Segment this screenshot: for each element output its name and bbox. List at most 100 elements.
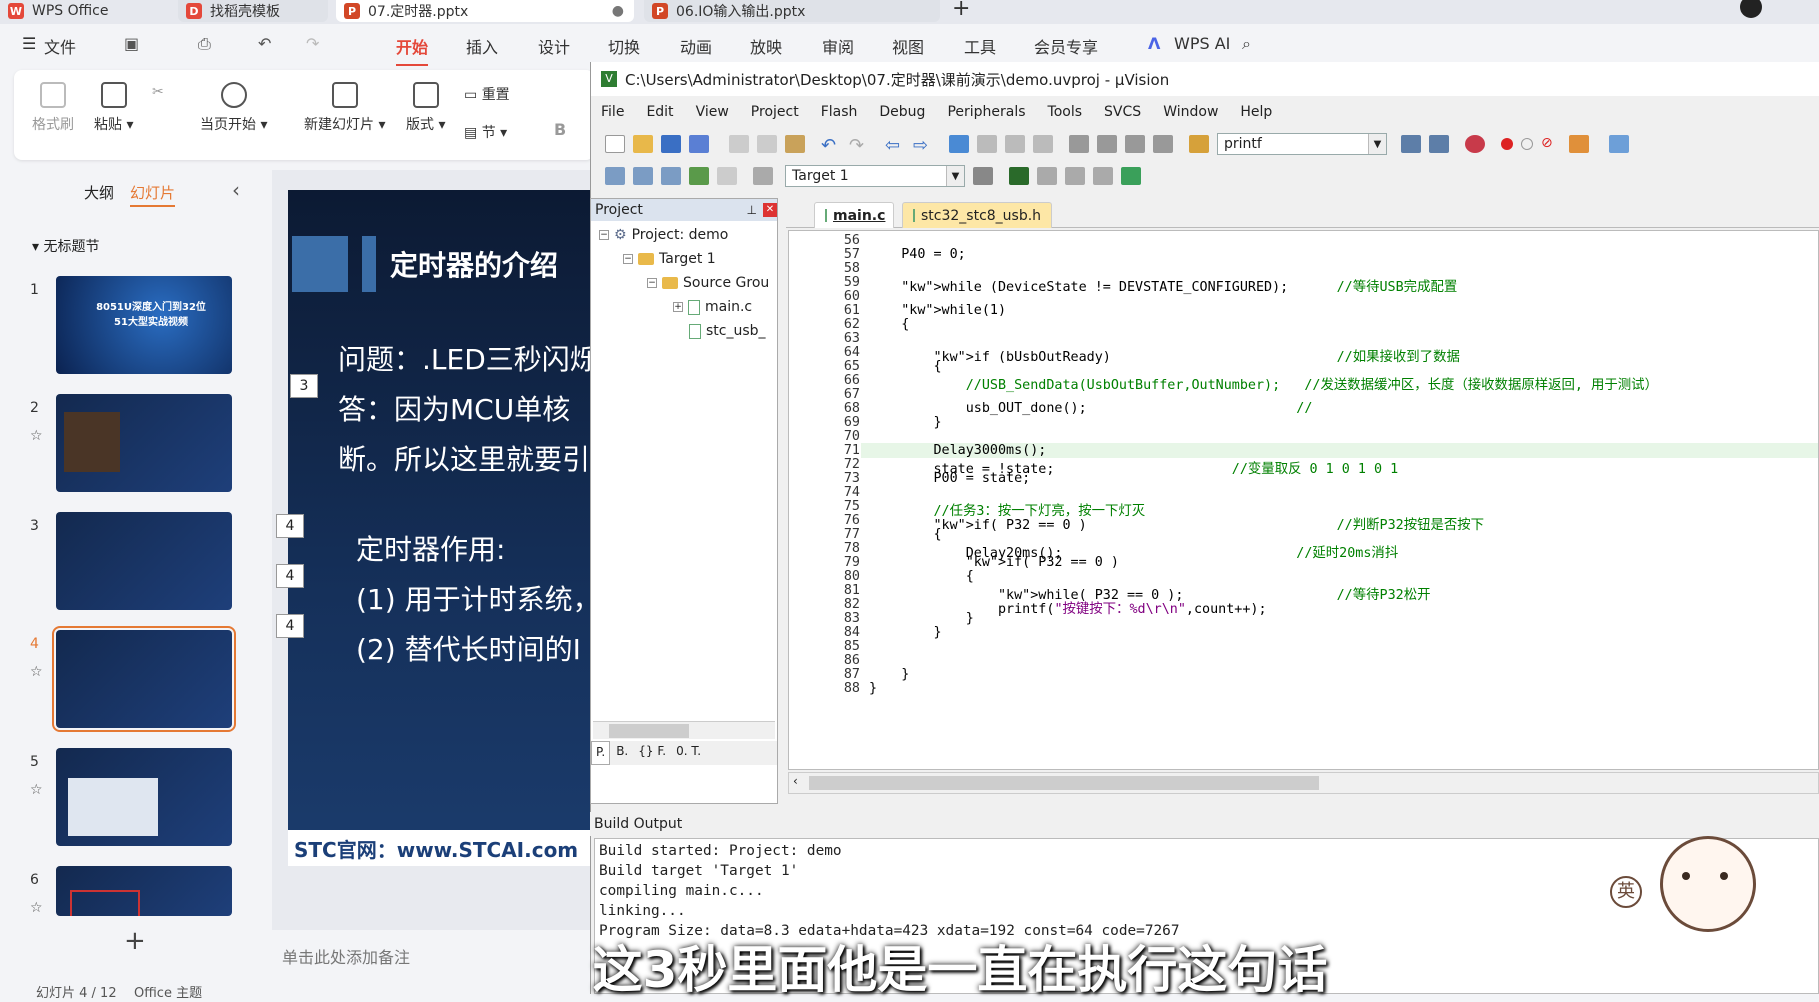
code-line[interactable]: "kw">if( P32 == 0 )	[869, 555, 1119, 570]
bookmark-prev-icon[interactable]	[977, 135, 997, 153]
code-line[interactable]: "kw">if( P32 == 0 ) //判断P32按钮是否按下	[869, 513, 1485, 533]
tab-timer-pptx[interactable]: P 07.定时器.pptx ●	[336, 0, 634, 22]
editor-horizontal-scrollbar[interactable]: ‹	[788, 772, 1819, 794]
tree-source-group[interactable]: − Source Grou	[647, 275, 769, 291]
slide-thumbnail-6[interactable]	[56, 866, 232, 916]
star-icon[interactable]: ☆	[30, 428, 43, 444]
find-in-files-icon[interactable]	[1189, 135, 1209, 153]
slide-thumbnail-4[interactable]	[52, 626, 236, 732]
current-slide[interactable]: 定时器的介绍 问题：.LED三秒闪烁 答：因为MCU单核 断。所以这里就要引 定…	[288, 190, 590, 864]
search-icon[interactable]: ⌕	[1242, 34, 1251, 54]
code-line[interactable]: }	[869, 681, 877, 696]
code-line[interactable]: }	[869, 625, 941, 640]
file-extensions-icon[interactable]	[1037, 167, 1057, 185]
copy-icon[interactable]	[757, 135, 777, 153]
code-line[interactable]: "kw">if (bUsbOutReady) //如果接收到了数据	[869, 345, 1460, 365]
code-line[interactable]: //USB_SendData(UsbOutBuffer,OutNumber); …	[869, 373, 1658, 393]
hamburger-icon[interactable]: ☰	[22, 34, 36, 53]
slide-thumbnail-3[interactable]	[56, 512, 232, 610]
print-icon[interactable]: ⎙	[198, 34, 211, 54]
tab-transition[interactable]: 切换	[608, 34, 640, 58]
collapse-panel-icon[interactable]: ‹	[232, 178, 240, 202]
tab-books[interactable]: B.	[612, 741, 632, 765]
tab-insert[interactable]: 插入	[466, 34, 498, 58]
bookmark-clear-icon[interactable]	[1033, 135, 1053, 153]
tab-member[interactable]: 会员专享	[1034, 34, 1098, 58]
menu-flash[interactable]: Flash	[821, 104, 858, 120]
tab-animation[interactable]: 动画	[680, 34, 712, 58]
menu-debug[interactable]: Debug	[879, 104, 925, 120]
horizontal-scrollbar[interactable]	[593, 721, 775, 739]
code-editor[interactable]: 56 57 P40 = 0; 58 59 "kw">while (DeviceStat…	[788, 230, 1819, 770]
find-icon[interactable]	[1401, 135, 1421, 153]
slide-thumbnail-2[interactable]	[56, 394, 232, 492]
menu-tools[interactable]: Tools	[1048, 104, 1083, 120]
target-options-icon[interactable]	[973, 167, 993, 185]
collapse-icon[interactable]: −	[647, 278, 657, 288]
select-packs-icon[interactable]	[1093, 167, 1113, 185]
menu-peripherals[interactable]: Peripherals	[947, 104, 1025, 120]
undo-icon[interactable]: ↶	[821, 135, 841, 156]
target-combo[interactable]: Target 1 ▼	[785, 165, 965, 187]
tree-project-root[interactable]: − ⚙ Project: demo	[599, 227, 728, 243]
tab-tools[interactable]: 工具	[964, 34, 996, 58]
tab-design[interactable]: 设计	[538, 34, 570, 58]
expand-icon[interactable]: +	[673, 302, 683, 312]
collapse-icon[interactable]: −	[623, 254, 633, 264]
batch-build-icon[interactable]	[689, 167, 709, 185]
breakpoint-icon[interactable]	[1501, 138, 1513, 150]
save-icon[interactable]: ▣	[124, 34, 139, 53]
pack-installer-icon[interactable]	[1065, 167, 1085, 185]
configure-icon[interactable]	[1569, 135, 1589, 153]
window-layout-icon[interactable]	[1609, 135, 1629, 153]
menu-window[interactable]: Window	[1163, 104, 1218, 120]
redo-icon[interactable]: ↷	[306, 34, 319, 53]
code-line[interactable]: }	[869, 611, 974, 626]
uncomment-icon[interactable]	[1153, 135, 1173, 153]
tree-file-stc-usb[interactable]: stc_usb_	[689, 323, 766, 339]
section-header[interactable]: ▾ 无标题节	[32, 236, 99, 256]
stop-build-icon[interactable]	[717, 167, 737, 185]
code-line[interactable]: {	[869, 527, 941, 542]
format-painter-button[interactable]: 格式刷	[32, 82, 74, 134]
code-line[interactable]: {	[869, 569, 974, 584]
bookmark-next-icon[interactable]	[1005, 135, 1025, 153]
from-current-button[interactable]: 当页开始 ▾	[200, 82, 267, 134]
avatar[interactable]	[1740, 0, 1762, 18]
menu-project[interactable]: Project	[751, 104, 799, 120]
menu-edit[interactable]: Edit	[646, 104, 673, 120]
wps-ai-icon[interactable]: Λ	[1148, 34, 1160, 53]
code-line[interactable]: {	[869, 359, 941, 374]
animation-marker[interactable]: 4	[276, 614, 304, 638]
menu-svcs[interactable]: SVCS	[1104, 104, 1141, 120]
tab-io-pptx[interactable]: P 06.IO输入输出.pptx	[644, 0, 940, 22]
tab-view[interactable]: 视图	[892, 34, 924, 58]
code-line[interactable]: "kw">while(1)	[869, 303, 1006, 318]
tab-stc32-usb-h[interactable]: stc32_stc8_usb.h	[902, 202, 1052, 228]
new-slide-button[interactable]: 新建幻灯片 ▾	[304, 82, 385, 134]
load-icon[interactable]	[753, 167, 773, 185]
code-line[interactable]: "kw">while (DeviceState != DEVSTATE_CONF…	[869, 275, 1457, 295]
redo-icon[interactable]: ↷	[849, 135, 869, 156]
tab-docer[interactable]: D 找稻壳模板	[178, 0, 328, 22]
status-theme[interactable]: Office 主题	[134, 982, 202, 1001]
paste-button[interactable]: 粘贴 ▾	[94, 82, 133, 134]
animation-marker[interactable]: 4	[276, 514, 304, 538]
tab-templates[interactable]: 0. T.	[672, 741, 705, 765]
star-icon[interactable]: ☆	[30, 782, 43, 798]
layout-button[interactable]: 版式 ▾	[406, 82, 445, 134]
collapse-icon[interactable]: −	[599, 230, 609, 240]
tab-project[interactable]: P.	[591, 741, 611, 765]
animation-marker[interactable]: 3	[290, 374, 318, 398]
wps-ai-button[interactable]: WPS AI	[1174, 34, 1230, 53]
code-line[interactable]: usb_OUT_done(); //	[869, 401, 1313, 416]
menu-help[interactable]: Help	[1240, 104, 1272, 120]
rebuild-icon[interactable]	[661, 167, 681, 185]
undo-icon[interactable]: ↶	[258, 34, 271, 53]
new-tab-icon[interactable]: +	[952, 0, 970, 21]
outline-tab[interactable]: 大纲	[84, 182, 114, 203]
tab-wps-office[interactable]: W WPS Office	[0, 0, 170, 22]
tab-functions[interactable]: {} F.	[634, 741, 670, 765]
ime-badge[interactable]: 英	[1610, 876, 1642, 908]
code-line[interactable]: {	[869, 317, 909, 332]
